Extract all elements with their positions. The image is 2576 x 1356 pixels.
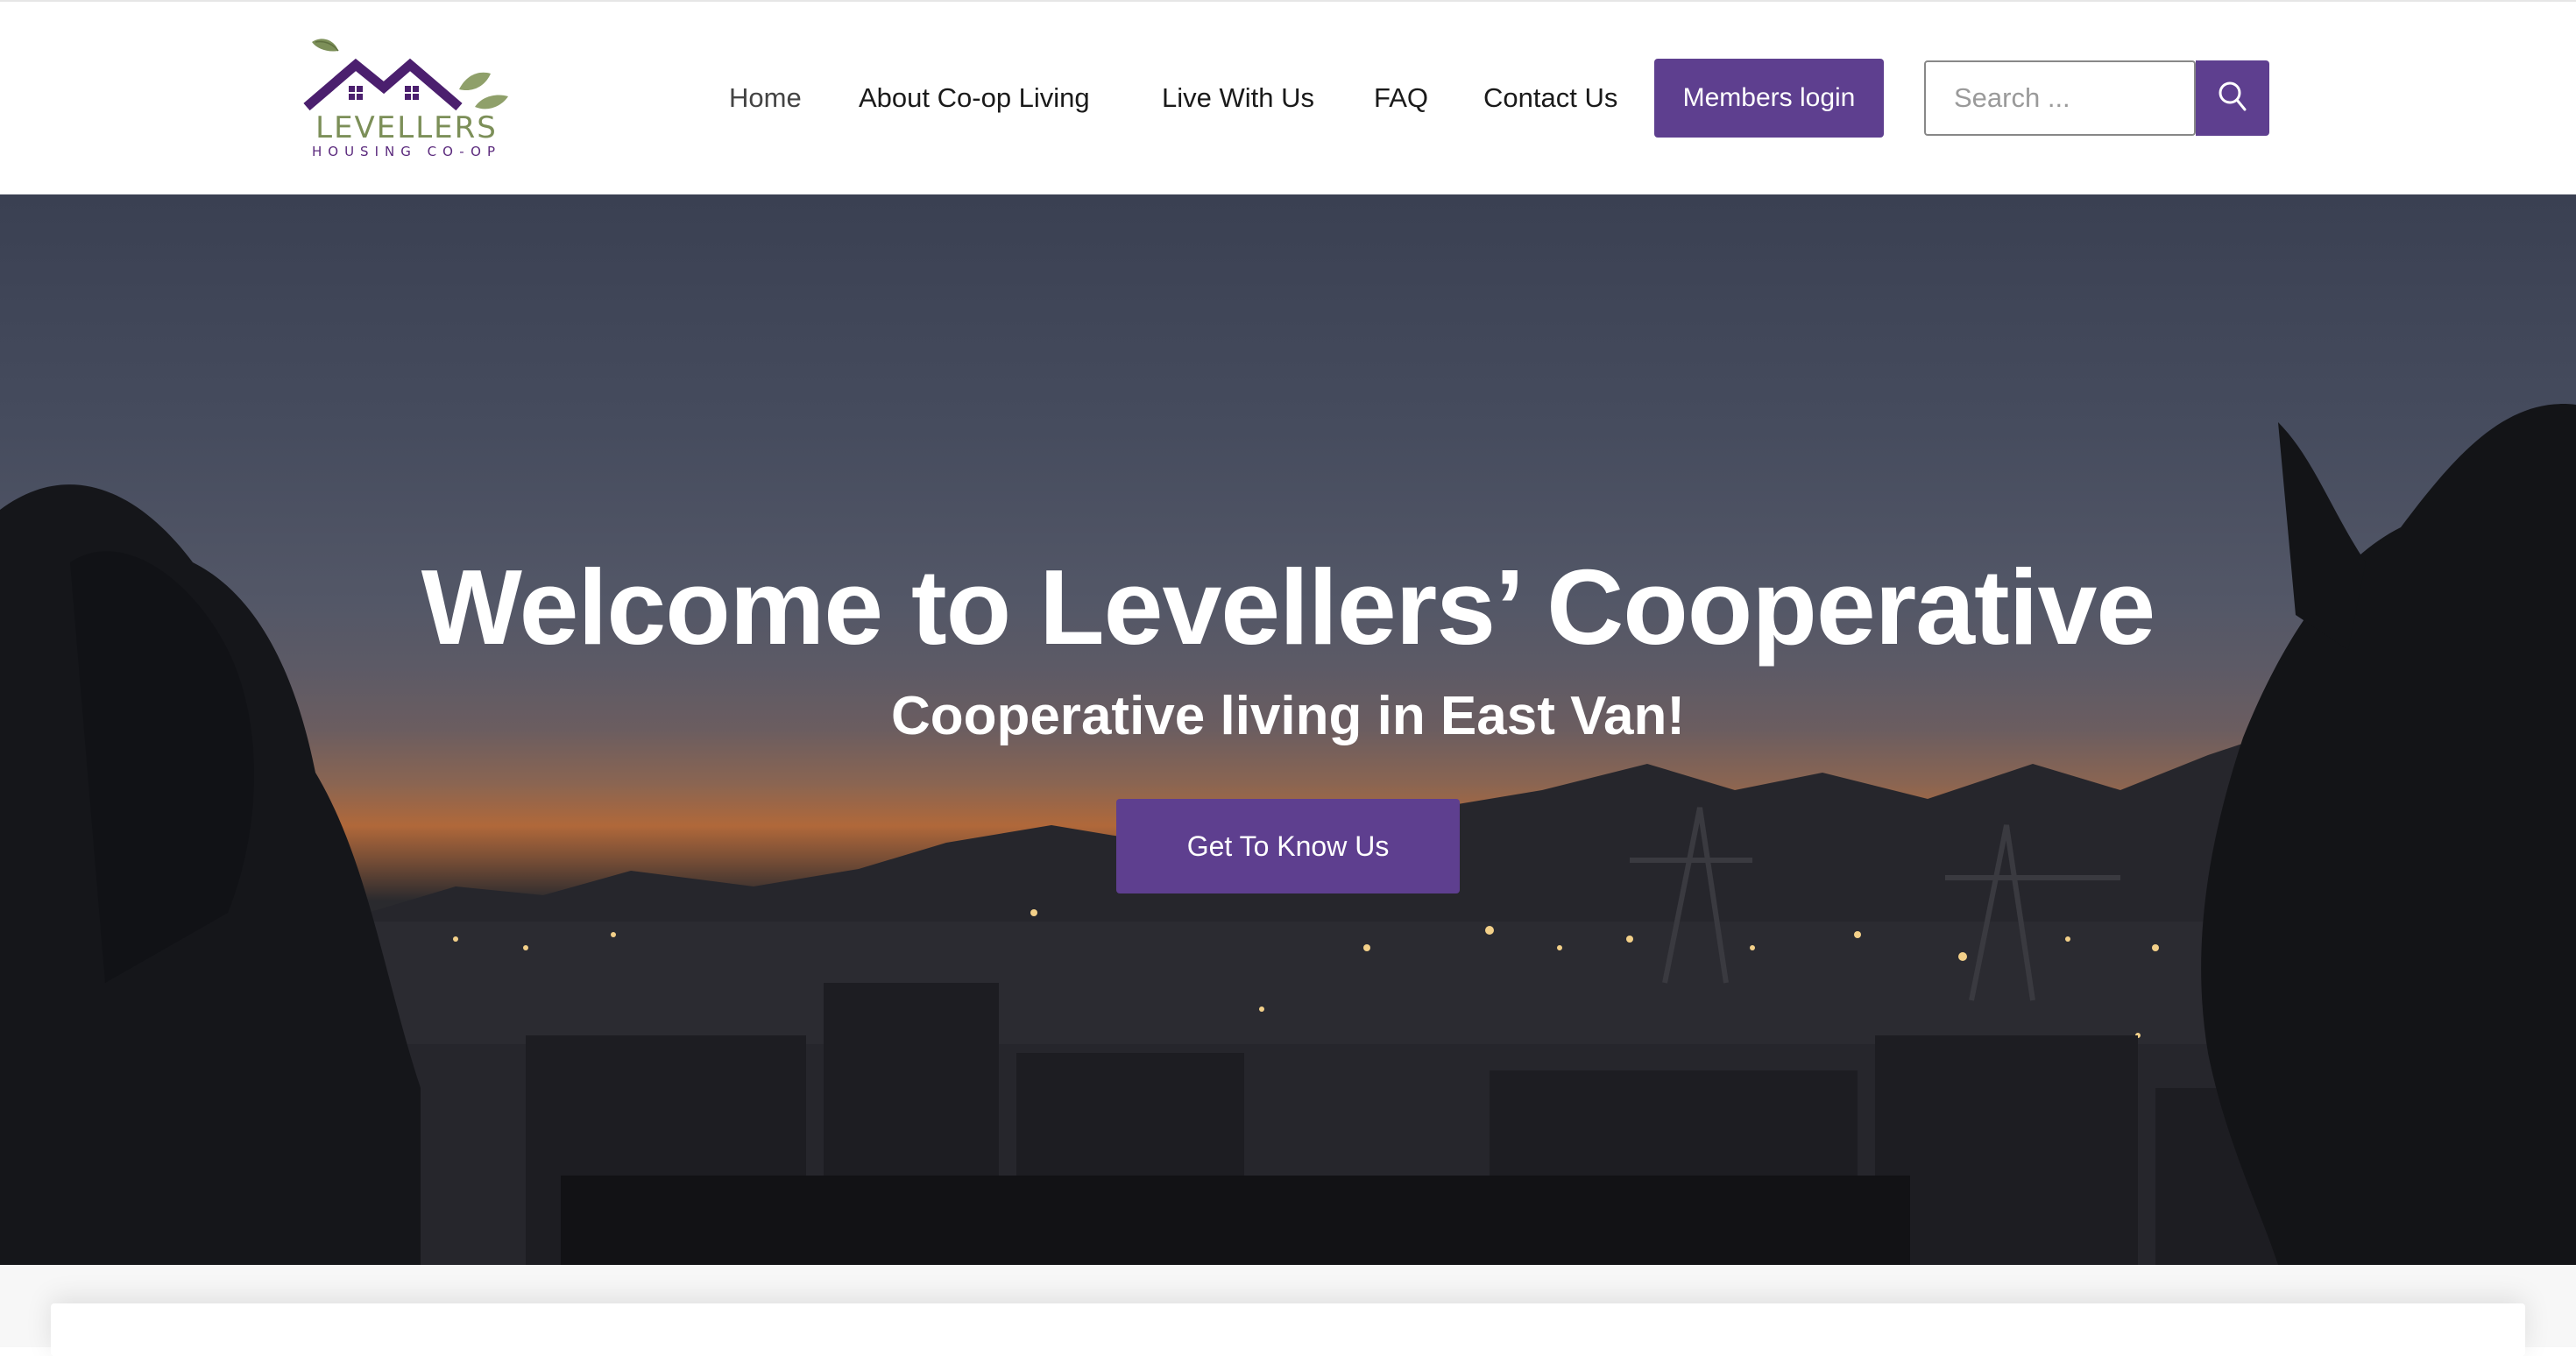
house-roof-logo-icon	[303, 39, 508, 111]
nav-item-faq[interactable]: FAQ	[1374, 75, 1428, 121]
content-card	[51, 1303, 2525, 1356]
nav-item-contact[interactable]: Contact Us	[1483, 75, 1617, 121]
nav-item-about[interactable]: About Co-op Living	[859, 75, 1090, 121]
nav-item-live-with-us[interactable]: Live With Us	[1162, 75, 1314, 121]
site-header: LEVELLERS HOUSING CO-OP Home About Co-op…	[0, 0, 2576, 194]
hero-subtitle: Cooperative living in East Van!	[890, 686, 1686, 746]
hero-banner: Welcome to Levellers’ Cooperative Cooper…	[0, 194, 2576, 1265]
nav-item-home[interactable]: Home	[729, 75, 802, 121]
content-section	[0, 1265, 2576, 1356]
members-login-button[interactable]: Members login	[1654, 59, 1884, 138]
hero-title: Welcome to Levellers’ Cooperative	[421, 547, 2156, 667]
search-icon	[2219, 81, 2247, 111]
search-button[interactable]	[2196, 60, 2269, 136]
logo-wordmark: LEVELLERS	[315, 110, 498, 145]
logo-tagline: HOUSING CO-OP	[311, 144, 501, 159]
get-to-know-us-button[interactable]: Get To Know Us	[1116, 799, 1460, 893]
search-input[interactable]	[1924, 60, 2196, 136]
site-logo[interactable]: LEVELLERS HOUSING CO-OP	[303, 35, 510, 165]
